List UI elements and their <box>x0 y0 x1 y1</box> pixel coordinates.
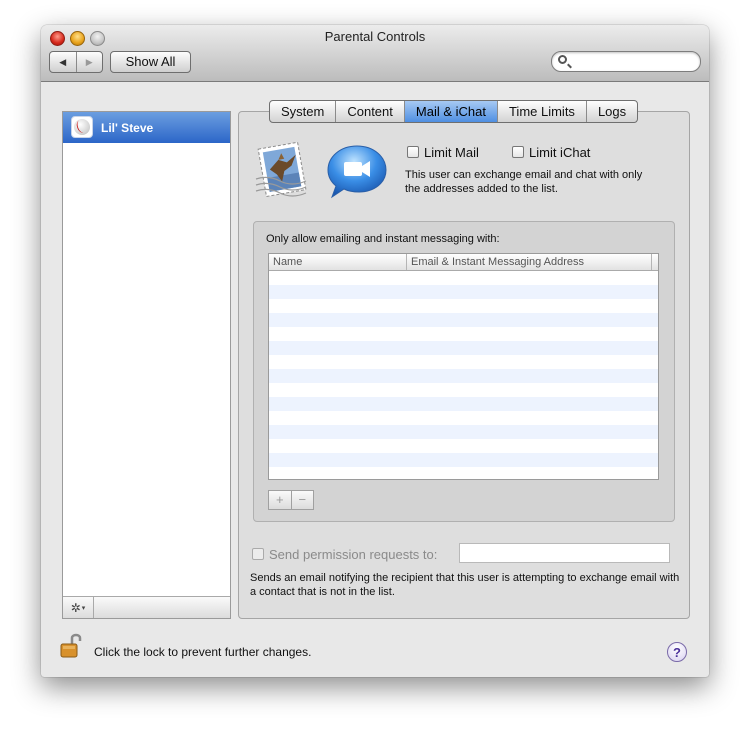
add-contact-button[interactable]: + <box>269 491 291 509</box>
ichat-icon <box>327 145 387 199</box>
back-forward-control: ◀ ▶ <box>49 51 103 73</box>
tab-bar: System Content Mail & iChat Time Limits … <box>269 100 639 123</box>
limit-description: This user can exchange email and chat wi… <box>405 169 643 195</box>
chevron-down-icon: ▾ <box>81 604 86 612</box>
tab-system[interactable]: System <box>270 101 337 122</box>
preferences-window: Parental Controls ◀ ▶ Show All Lil' Stev… <box>41 25 709 677</box>
gear-icon: ✲ <box>70 600 81 615</box>
allowed-contacts-table[interactable]: Name Email & Instant Messaging Address <box>268 253 659 480</box>
limit-ichat-checkbox[interactable] <box>512 146 524 158</box>
user-list: Lil' Steve ✲ ▾ <box>62 111 231 619</box>
remove-contact-button[interactable]: − <box>290 491 314 509</box>
search-input[interactable] <box>572 53 696 70</box>
user-name: Lil' Steve <box>101 121 154 135</box>
add-remove-control: + − <box>268 490 314 510</box>
column-header-address[interactable]: Email & Instant Messaging Address <box>407 254 652 270</box>
question-mark-icon: ? <box>673 645 681 660</box>
mail-stamp-icon <box>255 141 307 198</box>
limit-ichat-label: Limit iChat <box>529 145 591 160</box>
unlocked-padlock-icon[interactable] <box>60 632 82 658</box>
tab-content[interactable]: Content <box>336 101 405 122</box>
help-button[interactable]: ? <box>667 642 687 662</box>
search-field[interactable] <box>551 51 701 72</box>
column-header-name[interactable]: Name <box>269 254 407 270</box>
limit-mail-checkbox[interactable] <box>407 146 419 158</box>
table-body[interactable] <box>269 271 658 479</box>
minus-icon: − <box>298 492 307 507</box>
window-title: Parental Controls <box>324 29 426 44</box>
permission-description: Sends an email notifying the recipient t… <box>250 572 680 598</box>
table-header: Name Email & Instant Messaging Address <box>269 254 658 271</box>
lock-status-text: Click the lock to prevent further change… <box>94 645 312 659</box>
action-menu-button[interactable]: ✲ ▾ <box>63 597 94 618</box>
plus-icon: + <box>275 492 284 507</box>
limit-mail-label: Limit Mail <box>424 145 479 160</box>
allowed-contacts-label: Only allow emailing and instant messagin… <box>266 233 500 245</box>
tab-time-limits[interactable]: Time Limits <box>498 101 587 122</box>
show-all-button[interactable]: Show All <box>110 51 191 73</box>
forward-arrow-icon: ▶ <box>85 56 93 67</box>
baseball-avatar-icon <box>71 116 93 138</box>
send-permission-checkbox[interactable] <box>252 548 264 560</box>
tab-logs[interactable]: Logs <box>587 101 637 122</box>
tab-mail-ichat[interactable]: Mail & iChat <box>404 101 498 122</box>
permission-recipient-field[interactable] <box>459 543 670 563</box>
forward-button[interactable]: ▶ <box>75 52 103 72</box>
back-button[interactable]: ◀ <box>50 52 76 72</box>
title-bar: Parental Controls ◀ ▶ Show All <box>41 25 709 82</box>
user-list-footer: ✲ ▾ <box>63 596 230 618</box>
send-permission-label: Send permission requests to: <box>269 547 438 562</box>
back-arrow-icon: ◀ <box>59 56 67 67</box>
search-icon <box>558 55 567 64</box>
user-list-item-selected[interactable]: Lil' Steve <box>63 112 230 143</box>
